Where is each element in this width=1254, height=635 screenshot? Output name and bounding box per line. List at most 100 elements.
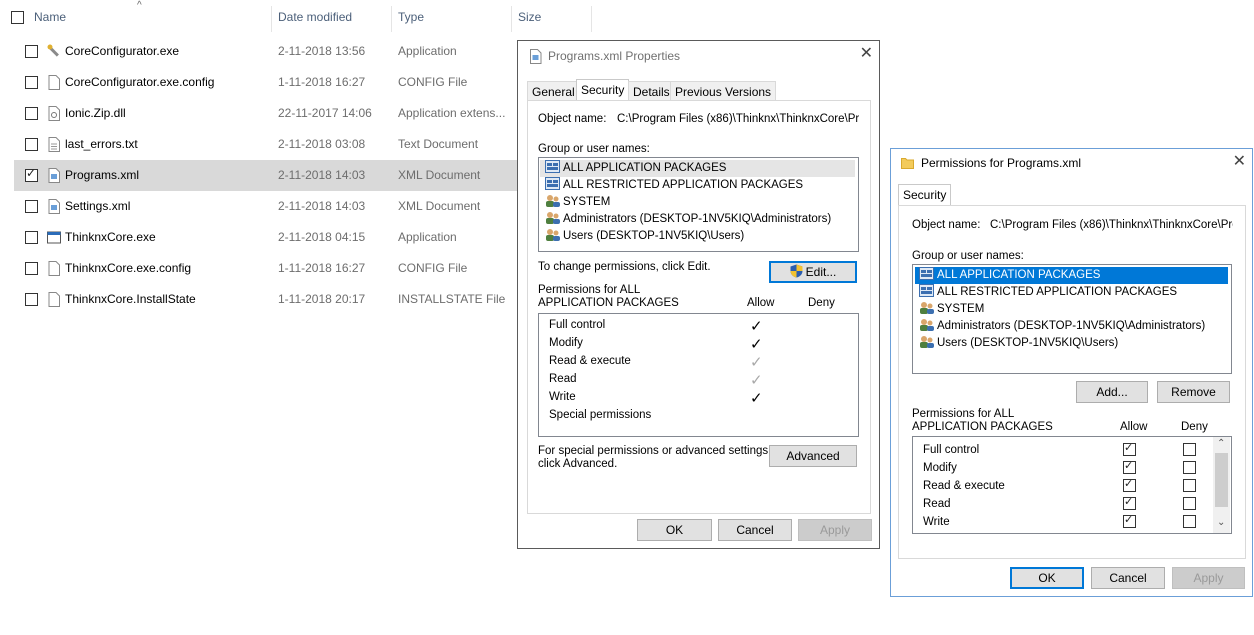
apply-button[interactable]: Apply	[1172, 567, 1245, 589]
column-divider[interactable]	[271, 6, 272, 32]
allow-checkbox[interactable]	[1123, 513, 1136, 528]
file-name[interactable]: Programs.xml	[65, 168, 139, 182]
scroll-up-icon[interactable]: ⌃	[1217, 438, 1225, 449]
column-date-modified[interactable]: Date modified	[278, 0, 352, 34]
file-name[interactable]: Settings.xml	[65, 199, 130, 213]
scrollbar[interactable]: ⌃ ⌄	[1213, 437, 1230, 533]
file-row[interactable]: CoreConfigurator.exe 2-11-2018 13:56 App…	[14, 36, 517, 67]
file-name[interactable]: ThinknxCore.InstallState	[65, 292, 196, 306]
row-checkbox[interactable]	[25, 166, 38, 182]
tab-previous-versions[interactable]: Previous Versions	[670, 81, 777, 102]
file-row[interactable]: Settings.xml 2-11-2018 14:03 XML Documen…	[14, 191, 517, 222]
close-icon[interactable]: ✕	[860, 43, 873, 63]
permission-name: Special permissions	[549, 409, 652, 421]
file-row[interactable]: ThinknxCore.exe.config 1-11-2018 16:27 C…	[14, 253, 517, 284]
scroll-down-icon[interactable]: ⌄	[1217, 517, 1225, 528]
group-name: SYSTEM	[937, 303, 985, 315]
allow-checkbox[interactable]	[1123, 495, 1136, 510]
advanced-button[interactable]: Advanced	[769, 445, 857, 467]
deny-checkbox[interactable]	[1183, 443, 1196, 456]
column-size[interactable]: Size	[518, 0, 541, 34]
apply-button[interactable]: Apply	[798, 519, 872, 541]
file-name[interactable]: ThinknxCore.exe.config	[65, 261, 191, 275]
group-item[interactable]: Administrators (DESKTOP-1NV5KIQ\Administ…	[545, 211, 831, 228]
group-item[interactable]: ALL RESTRICTED APPLICATION PACKAGES	[919, 284, 1177, 301]
column-divider[interactable]	[511, 6, 512, 32]
cancel-button[interactable]: Cancel	[1091, 567, 1165, 589]
file-row-selected[interactable]: Programs.xml 2-11-2018 14:03 XML Documen…	[14, 160, 517, 191]
column-name[interactable]: Name	[34, 0, 66, 34]
file-name[interactable]: CoreConfigurator.exe	[65, 44, 179, 58]
allow-checkbox[interactable]	[1123, 459, 1136, 474]
file-row[interactable]: ThinknxCore.InstallState 1-11-2018 20:17…	[14, 284, 517, 315]
file-row[interactable]: ThinknxCore.exe 2-11-2018 04:15 Applicat…	[14, 222, 517, 253]
group-name: Users (DESKTOP-1NV5KIQ\Users)	[563, 230, 745, 242]
group-name: Administrators (DESKTOP-1NV5KIQ\Administ…	[937, 320, 1206, 332]
file-name[interactable]: CoreConfigurator.exe.config	[65, 75, 214, 89]
users-icon	[546, 212, 560, 224]
group-item-selected[interactable]: ALL APPLICATION PACKAGES	[915, 267, 1228, 284]
group-item[interactable]: Users (DESKTOP-1NV5KIQ\Users)	[919, 335, 1118, 352]
folder-icon	[901, 158, 914, 169]
allow-checkbox[interactable]	[1123, 441, 1136, 456]
permission-name: Read	[923, 498, 951, 510]
row-checkbox[interactable]	[25, 231, 38, 244]
allow-checkbox[interactable]	[1123, 477, 1136, 492]
permissions-for-label-2: APPLICATION PACKAGES	[912, 421, 1053, 433]
file-name[interactable]: last_errors.txt	[65, 137, 138, 151]
deny-checkbox[interactable]	[1183, 479, 1196, 492]
column-type[interactable]: Type	[398, 0, 424, 34]
file-name[interactable]: Ionic.Zip.dll	[65, 106, 126, 120]
row-checkbox[interactable]	[25, 76, 38, 89]
exe-window-icon	[47, 231, 61, 244]
file-row[interactable]: Ionic.Zip.dll 22-11-2017 14:06 Applicati…	[14, 98, 517, 129]
package-group-icon	[919, 284, 934, 297]
ok-button[interactable]: OK	[637, 519, 712, 541]
object-name-label: Object name:	[912, 219, 981, 231]
group-item[interactable]: Users (DESKTOP-1NV5KIQ\Users)	[545, 228, 744, 245]
users-icon	[546, 229, 560, 241]
group-name: SYSTEM	[563, 196, 611, 208]
file-name[interactable]: ThinknxCore.exe	[65, 230, 156, 244]
row-checkbox[interactable]	[25, 45, 38, 58]
permission-name: Write	[549, 391, 576, 403]
object-name-value: C:\Program Files (x86)\Thinknx\ThinknxCo…	[617, 113, 859, 125]
edit-button[interactable]: Edit...	[769, 261, 857, 283]
ok-button[interactable]: OK	[1010, 567, 1084, 589]
scrollbar-thumb[interactable]	[1215, 453, 1228, 507]
deny-checkbox[interactable]	[1183, 497, 1196, 510]
column-divider[interactable]	[591, 6, 592, 32]
row-checkbox[interactable]	[25, 262, 38, 275]
group-item[interactable]: Administrators (DESKTOP-1NV5KIQ\Administ…	[919, 318, 1205, 335]
tab-security[interactable]: Security	[576, 79, 630, 102]
deny-checkbox[interactable]	[1183, 461, 1196, 474]
allow-check-icon: ✓	[750, 390, 763, 407]
row-checkbox[interactable]	[25, 107, 38, 120]
tab-general[interactable]: General	[527, 81, 580, 102]
tab-security[interactable]: Security	[898, 184, 952, 207]
tab-details[interactable]: Details	[628, 81, 675, 102]
row-checkbox[interactable]	[25, 138, 38, 151]
file-date: 2-11-2018 14:03	[278, 168, 366, 182]
remove-button[interactable]: Remove	[1157, 381, 1230, 403]
permissions-list: Full control Modify Read & execute Read …	[912, 436, 1232, 534]
select-all-checkbox[interactable]	[11, 11, 24, 24]
file-row[interactable]: CoreConfigurator.exe.config 1-11-2018 16…	[14, 67, 517, 98]
deny-checkbox[interactable]	[1183, 515, 1196, 528]
permission-name: Modify	[923, 462, 957, 474]
close-icon[interactable]: ✕	[1233, 151, 1246, 171]
group-item[interactable]: ALL RESTRICTED APPLICATION PACKAGES	[545, 177, 803, 194]
column-divider[interactable]	[391, 6, 392, 32]
dialog-title: Permissions for Programs.xml	[921, 156, 1082, 170]
groups-list: ALL APPLICATION PACKAGES ALL RESTRICTED …	[538, 157, 859, 252]
group-item[interactable]: ALL APPLICATION PACKAGES	[540, 160, 855, 177]
groups-label: Group or user names:	[912, 250, 1024, 262]
file-row[interactable]: last_errors.txt 2-11-2018 03:08 Text Doc…	[14, 129, 517, 160]
file-date: 2-11-2018 14:03	[278, 199, 366, 213]
row-checkbox[interactable]	[25, 293, 38, 306]
add-button[interactable]: Add...	[1076, 381, 1148, 403]
cancel-button[interactable]: Cancel	[718, 519, 792, 541]
group-item[interactable]: SYSTEM	[545, 194, 610, 211]
row-checkbox[interactable]	[25, 200, 38, 213]
group-item[interactable]: SYSTEM	[919, 301, 984, 318]
